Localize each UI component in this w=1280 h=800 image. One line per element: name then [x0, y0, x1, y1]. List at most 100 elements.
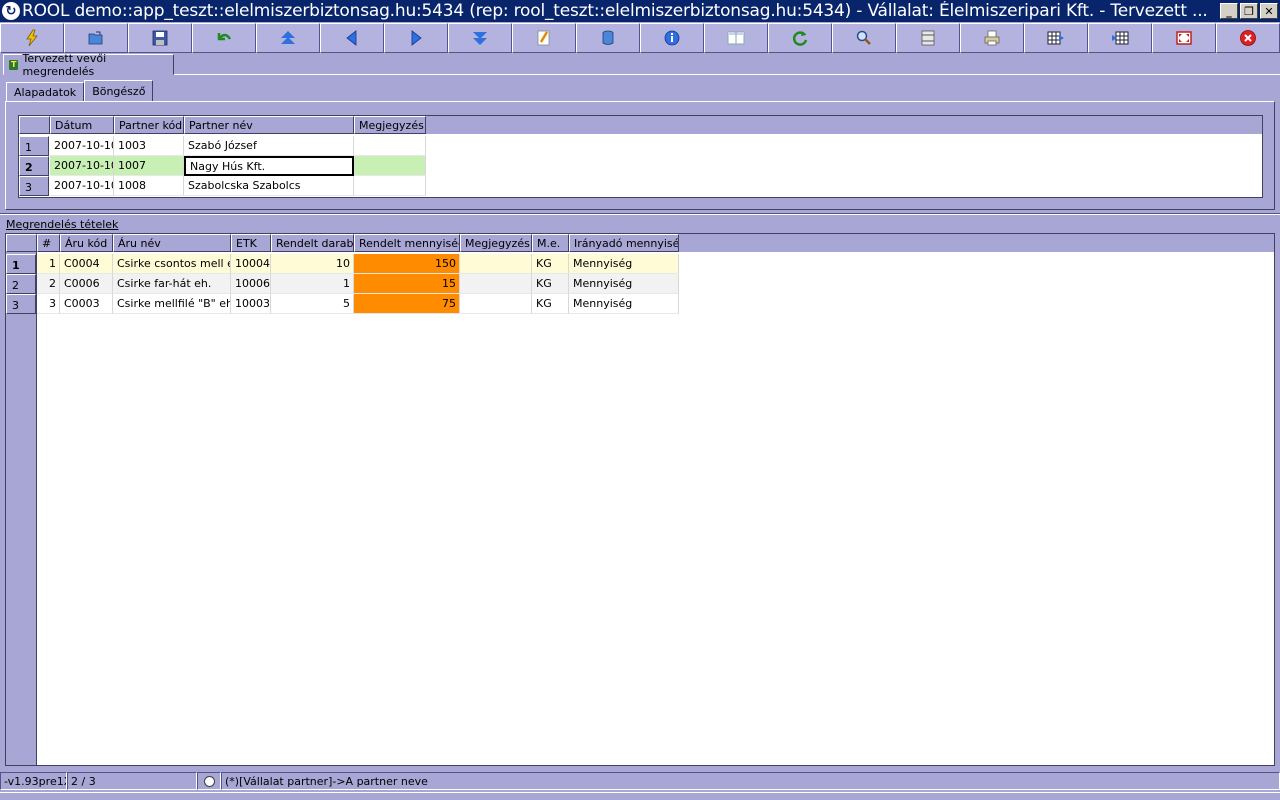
item-unit-cell[interactable]: KG: [532, 294, 569, 314]
items-row-header-1[interactable]: 1: [6, 254, 36, 274]
item-code-cell[interactable]: C0004: [60, 254, 113, 274]
toolbar-button-previous[interactable]: [320, 23, 384, 53]
order-partner-name-cell[interactable]: Nagy Hús Kft.: [184, 156, 354, 176]
restore-button[interactable]: ❐: [1240, 3, 1258, 19]
item-code-cell[interactable]: C0006: [60, 274, 113, 294]
form-tab[interactable]: T Tervezett vevői megrendelés: [3, 52, 174, 78]
order-partner-name-cell[interactable]: Szabó József: [184, 136, 354, 156]
orders-col-datum[interactable]: Dátum: [50, 116, 114, 134]
toolbar-button-table-import[interactable]: [1088, 23, 1152, 53]
items-row-header-3[interactable]: 3: [6, 294, 36, 314]
item-ordered-count-cell[interactable]: 5: [271, 294, 354, 314]
status-radio-icon[interactable]: [204, 775, 215, 787]
lightning-icon: [26, 29, 38, 47]
orders-row-header-3[interactable]: 3: [19, 176, 49, 196]
items-col-iranyado-mennyiseg[interactable]: Irányadó mennyiség: [569, 234, 679, 252]
toolbar-button-lightning[interactable]: [0, 23, 64, 53]
search-icon: [856, 30, 871, 45]
tab-bongeszo[interactable]: Böngésző: [84, 80, 154, 102]
status-version: -v1.93pre1X: [0, 772, 67, 790]
table-row[interactable]: 2007-10-10 1008 Szabolcska Szabolcs: [50, 176, 426, 196]
orders-row-header-2[interactable]: 2: [19, 156, 49, 176]
item-ordered-count-cell[interactable]: 10: [271, 254, 354, 274]
items-col-rendelt-darab[interactable]: Rendelt darab: [271, 234, 354, 252]
items-col-rendelt-mennyiseg[interactable]: Rendelt mennyiség: [354, 234, 460, 252]
toolbar-button-split[interactable]: [704, 23, 768, 53]
orders-col-megjegyzes[interactable]: Megjegyzés: [354, 116, 426, 134]
item-etk-cell[interactable]: 10003: [231, 294, 271, 314]
item-ordered-quantity-cell[interactable]: 150: [354, 254, 460, 274]
item-guide-quantity-cell[interactable]: Mennyiség: [569, 294, 679, 314]
item-name-cell[interactable]: Csirke mellfilé "B" eh.: [113, 294, 231, 314]
fullscreen-icon: [1176, 31, 1192, 45]
items-col-megjegyzes[interactable]: Megjegyzés: [460, 234, 532, 252]
item-note-cell[interactable]: [460, 294, 532, 314]
toolbar-button-first[interactable]: [256, 23, 320, 53]
tab-alapadatok[interactable]: Alapadatok: [6, 82, 85, 102]
item-ordered-quantity-cell[interactable]: 15: [354, 274, 460, 294]
toolbar-button-last[interactable]: [448, 23, 512, 53]
item-guide-quantity-cell[interactable]: Mennyiség: [569, 254, 679, 274]
order-partner-name-cell[interactable]: Szabolcska Szabolcs: [184, 176, 354, 196]
items-col-etk[interactable]: ETK: [231, 234, 271, 252]
window-title: ROOL demo::app_teszt::elelmiszerbiztonsa…: [22, 1, 1208, 21]
table-row[interactable]: 2007-10-10 1007 Nagy Hús Kft.: [50, 156, 426, 176]
toolbar-button-exit[interactable]: [1216, 23, 1280, 53]
toolbar-button-fullscreen[interactable]: [1152, 23, 1216, 53]
toolbar-button-refresh[interactable]: [768, 23, 832, 53]
toolbar-button-search[interactable]: [832, 23, 896, 53]
items-section-label[interactable]: Megrendelés tételek: [6, 218, 118, 231]
order-note-cell[interactable]: [354, 176, 426, 196]
orders-col-partner-kod[interactable]: Partner kód: [114, 116, 184, 134]
item-ordered-count-cell[interactable]: 1: [271, 274, 354, 294]
orders-col-partner-nev[interactable]: Partner név: [184, 116, 354, 134]
toolbar-button-save[interactable]: [128, 23, 192, 53]
item-note-cell[interactable]: [460, 274, 532, 294]
toolbar-button-database[interactable]: [576, 23, 640, 53]
order-date-cell[interactable]: 2007-10-10: [50, 176, 114, 196]
browser-panel: Dátum Partner kód Partner név Megjegyzés…: [5, 101, 1275, 210]
toolbar-button-info[interactable]: [640, 23, 704, 53]
item-number-cell[interactable]: 2: [37, 274, 60, 294]
order-partner-code-cell[interactable]: 1007: [114, 156, 184, 176]
item-unit-cell[interactable]: KG: [532, 274, 569, 294]
table-row[interactable]: 2007-10-10 1003 Szabó József: [50, 136, 426, 156]
order-date-cell[interactable]: 2007-10-10: [50, 136, 114, 156]
item-name-cell[interactable]: Csirke csontos mell eh.: [113, 254, 231, 274]
toolbar-button-undo[interactable]: [192, 23, 256, 53]
close-button[interactable]: ✕: [1260, 3, 1278, 19]
table-row[interactable]: 1 C0004 Csirke csontos mell eh. 10004 10…: [37, 254, 679, 274]
toolbar-button-next[interactable]: [384, 23, 448, 53]
item-guide-quantity-cell[interactable]: Mennyiség: [569, 274, 679, 294]
order-partner-code-cell[interactable]: 1003: [114, 136, 184, 156]
item-ordered-quantity-cell[interactable]: 75: [354, 294, 460, 314]
order-note-cell[interactable]: [354, 156, 426, 176]
app-icon[interactable]: ↻: [2, 2, 20, 20]
toolbar-button-print[interactable]: [960, 23, 1024, 53]
items-col-number[interactable]: #: [37, 234, 60, 252]
item-number-cell[interactable]: 3: [37, 294, 60, 314]
items-row-header-2[interactable]: 2: [6, 274, 36, 294]
order-note-cell[interactable]: [354, 136, 426, 156]
items-col-aru-nev[interactable]: Áru név: [113, 234, 231, 252]
order-date-cell[interactable]: 2007-10-10: [50, 156, 114, 176]
table-row[interactable]: 2 C0006 Csirke far-hát eh. 10006 1 15 KG…: [37, 274, 679, 294]
item-etk-cell[interactable]: 10006: [231, 274, 271, 294]
toolbar-button-open[interactable]: [64, 23, 128, 53]
minimize-button[interactable]: _: [1220, 3, 1238, 19]
toolbar-button-edit[interactable]: [512, 23, 576, 53]
order-partner-code-cell[interactable]: 1008: [114, 176, 184, 196]
item-code-cell[interactable]: C0003: [60, 294, 113, 314]
items-col-me[interactable]: M.e.: [532, 234, 569, 252]
items-grid-header: # Áru kód Áru név ETK Rendelt darab Rend…: [6, 234, 1274, 252]
item-note-cell[interactable]: [460, 254, 532, 274]
item-etk-cell[interactable]: 10004: [231, 254, 271, 274]
toolbar-button-rows[interactable]: [896, 23, 960, 53]
toolbar-button-table-export[interactable]: [1024, 23, 1088, 53]
table-row[interactable]: 3 C0003 Csirke mellfilé "B" eh. 10003 5 …: [37, 294, 679, 314]
orders-row-header-1[interactable]: 1: [19, 136, 49, 156]
items-col-aru-kod[interactable]: Áru kód: [60, 234, 113, 252]
item-name-cell[interactable]: Csirke far-hát eh.: [113, 274, 231, 294]
item-number-cell[interactable]: 1: [37, 254, 60, 274]
item-unit-cell[interactable]: KG: [532, 254, 569, 274]
